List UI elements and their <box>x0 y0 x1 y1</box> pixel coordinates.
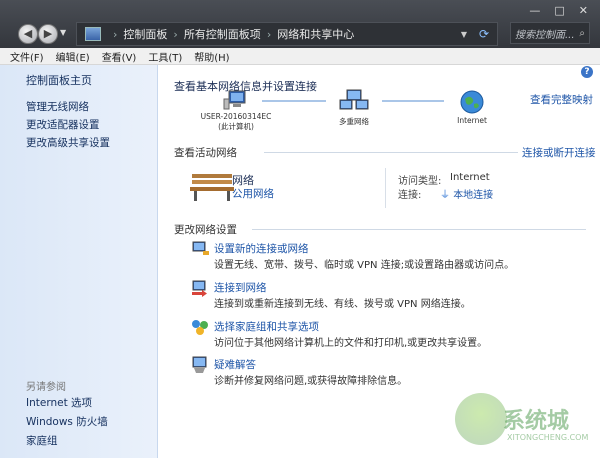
see-also-homegroup[interactable]: 家庭组 <box>26 433 108 448</box>
change-settings-heading: 更改网络设置 <box>174 224 237 236</box>
sidebar-item-adapter-settings[interactable]: 更改适配器设置 <box>26 117 110 132</box>
address-dropdown-icon[interactable]: ▼ <box>461 30 467 39</box>
control-panel-icon <box>85 27 101 41</box>
breadcrumb-all-items[interactable]: 所有控制面板项 <box>184 26 261 42</box>
computer-name: USER-20160314EC <box>200 112 272 121</box>
connection-label: 连接: <box>398 190 422 201</box>
internet-label: Internet <box>457 116 487 125</box>
sidebar-item-manage-wireless[interactable]: 管理无线网络 <box>26 99 110 114</box>
sidebar-links: 管理无线网络 更改适配器设置 更改高级共享设置 <box>26 99 110 153</box>
bench-icon <box>190 174 234 201</box>
divider <box>385 168 386 208</box>
sidebar: 控制面板主页 管理无线网络 更改适配器设置 更改高级共享设置 另请参阅 Inte… <box>0 65 158 458</box>
homegroup-icon <box>192 320 208 335</box>
active-networks-heading: 查看活动网络 <box>174 147 237 159</box>
map-node-computer: USER-20160314EC (此计算机) <box>196 90 276 132</box>
menu-tools[interactable]: 工具(T) <box>148 49 182 64</box>
view-full-map-link[interactable]: 查看完整映射 <box>530 92 593 107</box>
map-node-internet: Internet <box>448 90 496 125</box>
local-connection-link[interactable]: ⏚ 本地连接 <box>440 186 493 201</box>
connect-network-icon <box>192 280 207 297</box>
homegroup-sharing-link[interactable]: 选择家庭组和共享选项 <box>214 319 319 334</box>
title-bar: — □ ✕ ◀ ▶ ▼ › 控制面板 › 所有控制面板项 › 网络和共享中心 ▼… <box>0 0 600 48</box>
troubleshoot-desc: 诊断并修复网络问题,或获得故障排除信息。 <box>214 376 408 387</box>
close-button[interactable]: ✕ <box>579 4 588 17</box>
connect-to-network-desc: 连接到或重新连接到无线、有线、拨号或 VPN 网络连接。 <box>214 299 471 310</box>
search-input[interactable]: 搜索控制面... ⌕ <box>510 22 590 44</box>
address-bar[interactable]: › 控制面板 › 所有控制面板项 › 网络和共享中心 ▼ ⟳ <box>76 22 498 46</box>
menu-view[interactable]: 查看(V) <box>102 49 137 64</box>
setup-new-connection-desc: 设置无线、宽带、拨号、临时或 VPN 连接;或设置路由器或访问点。 <box>214 260 515 271</box>
see-also-firewall[interactable]: Windows 防火墙 <box>26 414 108 429</box>
homegroup-sharing-desc: 访问位于其他网络计算机上的文件和打印机,或更改共享设置。 <box>214 338 488 349</box>
search-placeholder: 搜索控制面... <box>515 29 575 41</box>
help-icon[interactable]: ? <box>581 66 593 78</box>
sidebar-item-advanced-sharing[interactable]: 更改高级共享设置 <box>26 135 110 150</box>
connection-line <box>262 100 326 102</box>
connection-line <box>382 100 444 102</box>
refresh-icon[interactable]: ⟳ <box>479 27 489 41</box>
divider <box>264 152 518 153</box>
watermark-text: 系统城 <box>503 409 570 434</box>
breadcrumb-separator-icon[interactable]: › <box>267 28 271 41</box>
see-also-heading: 另请参阅 <box>26 382 66 393</box>
watermark: 系统城 XITONGCHENG.COM <box>455 393 595 453</box>
menu-help[interactable]: 帮助(H) <box>194 49 229 64</box>
forward-arrow-icon[interactable]: ▶ <box>38 24 58 44</box>
local-connection-label[interactable]: 本地连接 <box>453 190 493 201</box>
computer-subtitle: (此计算机) <box>218 122 254 131</box>
breadcrumb-network-center[interactable]: 网络和共享中心 <box>277 26 354 42</box>
minimize-button[interactable]: — <box>529 4 540 17</box>
ethernet-icon: ⏚ <box>440 190 450 201</box>
sidebar-home-link[interactable]: 控制面板主页 <box>26 72 92 88</box>
menu-edit[interactable]: 编辑(E) <box>56 49 90 64</box>
breadcrumb-control-panel[interactable]: 控制面板 <box>123 26 167 42</box>
see-also-links: Internet 选项 Windows 防火墙 家庭组 <box>26 395 108 452</box>
menu-file[interactable]: 文件(F) <box>10 49 44 64</box>
see-also-internet-options[interactable]: Internet 选项 <box>26 395 108 410</box>
menu-bar: 文件(F) 编辑(E) 查看(V) 工具(T) 帮助(H) <box>0 48 600 65</box>
network-label: 多重网络 <box>339 117 369 126</box>
window-controls: — □ ✕ <box>529 4 588 17</box>
setup-new-connection-link[interactable]: 设置新的连接或网络 <box>214 241 309 256</box>
recent-pages-chevron-down-icon[interactable]: ▼ <box>60 28 66 37</box>
divider <box>252 229 586 230</box>
network-type-link[interactable]: 公用网络 <box>232 186 274 201</box>
troubleshoot-icon <box>192 356 207 373</box>
watermark-logo-icon <box>455 393 507 445</box>
network-icon <box>339 89 369 110</box>
connect-to-network-link[interactable]: 连接到网络 <box>214 280 267 295</box>
troubleshoot-link[interactable]: 疑难解答 <box>214 357 256 372</box>
access-type-value: Internet <box>450 172 490 183</box>
new-connection-icon <box>192 241 209 255</box>
breadcrumb-separator-icon[interactable]: › <box>173 28 177 41</box>
globe-icon <box>460 90 484 114</box>
back-arrow-icon[interactable]: ◀ <box>18 24 38 44</box>
access-type-label: 访问类型: <box>398 176 442 187</box>
maximize-button[interactable]: □ <box>554 4 564 17</box>
connect-disconnect-link[interactable]: 连接或断开连接 <box>522 145 596 160</box>
search-icon[interactable]: ⌕ <box>579 28 585 39</box>
map-node-network: 多重网络 <box>326 88 382 127</box>
watermark-subtext: XITONGCHENG.COM <box>507 433 589 442</box>
breadcrumb-separator-icon[interactable]: › <box>113 28 117 41</box>
computer-icon <box>223 90 246 110</box>
